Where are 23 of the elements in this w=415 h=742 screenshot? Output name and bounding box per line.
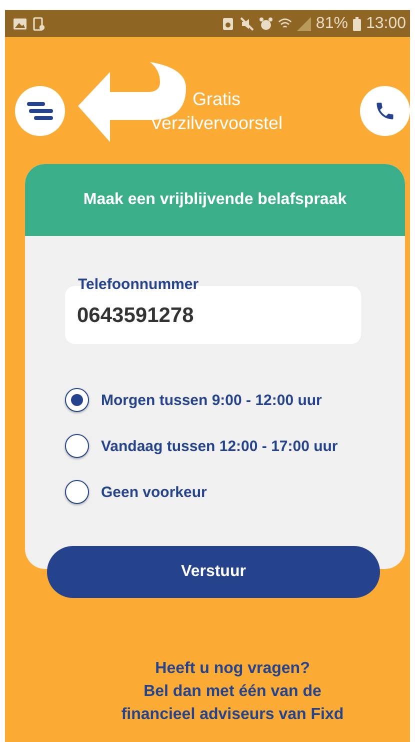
header-title: Verzilvervoorstel [149,112,283,134]
clock-time: 13:00 [366,14,406,32]
footer-text: financieel adviseurs van Fixd [121,705,344,725]
radio-button[interactable] [65,434,89,458]
card-title: Maak een vrijblijvende belafspraak [83,191,347,209]
option-label: Vandaag tussen 12:00 - 17:00 uur [101,438,338,454]
header-title: Gratis [191,88,240,110]
battery-icon [352,16,361,30]
footer-text: Bel dan met één van de [144,682,322,702]
radio-button[interactable] [65,388,89,412]
submit-button[interactable]: Verstuur [47,546,380,598]
image-icon [13,16,27,30]
footer-text: Heeft u nog vragen? [155,659,310,679]
signal-icon [296,16,311,30]
mute-icon [240,16,254,30]
battery-percentage: 81% [316,14,348,32]
radio-button[interactable] [65,480,89,504]
alarm-icon [258,16,273,30]
menu-icon [27,100,53,122]
option-label: Morgen tussen 9:00 - 12:00 uur [101,392,322,408]
option-label: Geen voorkeur [101,484,207,500]
wifi-icon [278,16,292,30]
menu-button[interactable] [15,86,65,136]
